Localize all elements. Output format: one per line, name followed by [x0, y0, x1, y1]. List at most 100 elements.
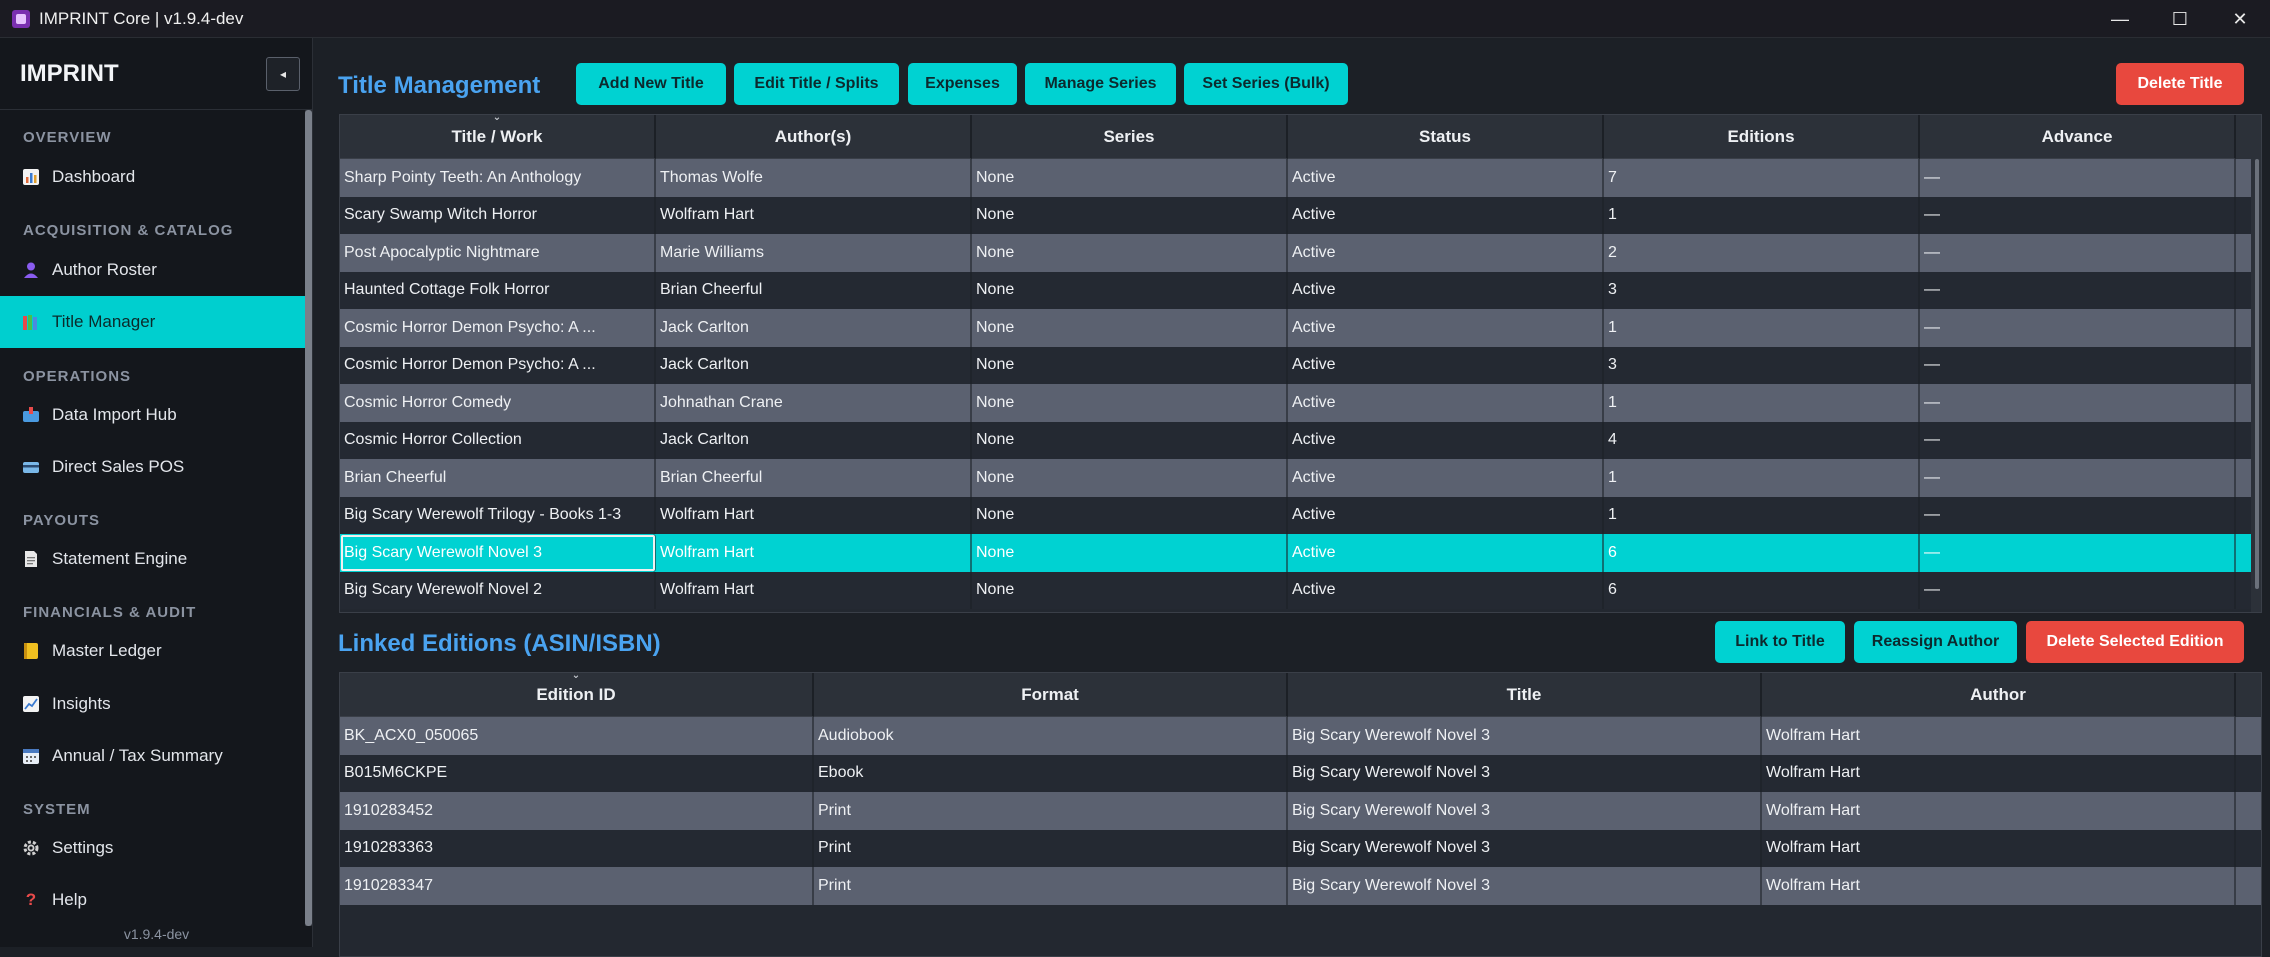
minimize-button[interactable]: —: [2090, 0, 2150, 38]
table-cell[interactable]: 1: [1604, 309, 1920, 347]
table-cell[interactable]: Post Apocalyptic Nightmare: [340, 234, 656, 272]
table-cell[interactable]: —: [1920, 571, 2236, 609]
table-cell[interactable]: —: [1920, 309, 2236, 347]
table-cell[interactable]: Marie Williams: [656, 234, 972, 272]
table-cell[interactable]: Wolfram Hart: [1762, 867, 2236, 905]
sidebar-item-statement-engine[interactable]: Statement Engine: [0, 533, 305, 585]
table-cell[interactable]: Cosmic Horror Comedy: [340, 384, 656, 422]
table-cell[interactable]: Print: [814, 829, 1288, 867]
table-cell[interactable]: Big Scary Werewolf Novel 3: [1288, 717, 1762, 755]
table-cell[interactable]: 3: [1604, 346, 1920, 384]
table-cell[interactable]: —: [1920, 534, 2236, 572]
table-row[interactable]: Brian Cheerful Brian Cheerful None Active 1—: [340, 459, 2261, 497]
close-button[interactable]: ✕: [2210, 0, 2270, 38]
table-cell[interactable]: Active: [1288, 346, 1604, 384]
column-header[interactable]: Format: [814, 673, 1288, 717]
sidebar-item-author-roster[interactable]: Author Roster: [0, 244, 305, 296]
table-cell[interactable]: None: [972, 496, 1288, 534]
add-new-title-button[interactable]: Add New Title: [576, 63, 726, 105]
table-row[interactable]: Big Scary Werewolf Trilogy - Books 1-3 Wo…: [340, 496, 2261, 534]
table-cell[interactable]: Active: [1288, 234, 1604, 272]
table-cell[interactable]: Brian Cheerful: [656, 271, 972, 309]
table-cell[interactable]: Wolfram Hart: [656, 496, 972, 534]
table-cell[interactable]: 3: [1604, 271, 1920, 309]
table-cell[interactable]: Active: [1288, 459, 1604, 497]
table-cell[interactable]: Cosmic Horror Demon Psycho: A ...: [340, 309, 656, 347]
manage-series-button[interactable]: Manage Series: [1025, 63, 1176, 105]
table-cell[interactable]: Active: [1288, 421, 1604, 459]
table-row[interactable]: Big Scary Werewolf Novel 3 Wolfram Hart No…: [340, 534, 2261, 572]
table-row[interactable]: Sharp Pointy Teeth: An Anthology Thomas W…: [340, 159, 2261, 197]
table-cell[interactable]: —: [1920, 496, 2236, 534]
table-cell[interactable]: None: [972, 159, 1288, 197]
link-to-title-button[interactable]: Link to Title: [1715, 621, 1845, 663]
column-header[interactable]: Edition ID ⌄: [340, 673, 814, 717]
table-row[interactable]: Cosmic Horror Demon Psycho: A ... Jack Ca…: [340, 346, 2261, 384]
table-cell[interactable]: 1: [1604, 459, 1920, 497]
table-cell[interactable]: Big Scary Werewolf Novel 3: [1288, 754, 1762, 792]
table-row[interactable]: BK_ACX0_050065 Audiobook Big Scary Werewol…: [340, 717, 2261, 755]
table-cell[interactable]: 6: [1604, 534, 1920, 572]
table-cell[interactable]: Active: [1288, 534, 1604, 572]
table-cell[interactable]: Wolfram Hart: [1762, 717, 2236, 755]
table-row[interactable]: 1910283363 Print Big Scary Werewolf Novel …: [340, 829, 2261, 867]
sidebar-item-title-manager[interactable]: Title Manager: [0, 296, 305, 348]
set-series-bulk-button[interactable]: Set Series (Bulk): [1184, 63, 1348, 105]
title-table-scrollbar-thumb[interactable]: [2255, 159, 2259, 589]
table-cell[interactable]: None: [972, 571, 1288, 609]
table-cell[interactable]: Brian Cheerful: [656, 459, 972, 497]
table-row[interactable]: Cosmic Horror Demon Psycho: A ... Jack Ca…: [340, 309, 2261, 347]
table-cell[interactable]: Big Scary Werewolf Novel 3: [1288, 792, 1762, 830]
table-cell[interactable]: 6: [1604, 571, 1920, 609]
table-row[interactable]: Cosmic Horror Collection Jack Carlton None…: [340, 421, 2261, 459]
table-cell[interactable]: Big Scary Werewolf Novel 3: [1288, 867, 1762, 905]
table-row[interactable]: 1910283347 Print Big Scary Werewolf Novel …: [340, 867, 2261, 905]
column-header[interactable]: Advance: [1920, 115, 2236, 159]
expenses-button[interactable]: Expenses: [908, 63, 1017, 105]
table-cell[interactable]: BK_ACX0_050065: [340, 717, 814, 755]
table-row[interactable]: 1910283452 Print Big Scary Werewolf Novel …: [340, 792, 2261, 830]
table-cell[interactable]: B015M6CKPE: [340, 754, 814, 792]
sidebar-item-settings[interactable]: Settings: [0, 822, 305, 874]
table-cell[interactable]: Print: [814, 792, 1288, 830]
table-row[interactable]: Haunted Cottage Folk Horror Brian Cheerfu…: [340, 271, 2261, 309]
table-cell[interactable]: None: [972, 421, 1288, 459]
table-cell[interactable]: Active: [1288, 309, 1604, 347]
table-row[interactable]: Big Scary Werewolf Novel 2 Wolfram Hart No…: [340, 571, 2261, 609]
table-row[interactable]: Scary Swamp Witch Horror Wolfram Hart None…: [340, 196, 2261, 234]
table-cell[interactable]: —: [1920, 459, 2236, 497]
table-cell[interactable]: None: [972, 196, 1288, 234]
table-cell[interactable]: Active: [1288, 159, 1604, 197]
sidebar-item-direct-sales-pos[interactable]: Direct Sales POS: [0, 441, 305, 493]
table-cell[interactable]: Big Scary Werewolf Trilogy - Books 1-3: [340, 496, 656, 534]
table-cell[interactable]: Active: [1288, 571, 1604, 609]
table-cell[interactable]: None: [972, 384, 1288, 422]
table-cell[interactable]: 1: [1604, 496, 1920, 534]
editions-table[interactable]: Edition ID ⌄ Format Title Author BK_ACX0_050…: [339, 672, 2262, 957]
table-cell[interactable]: 2: [1604, 234, 1920, 272]
sidebar-scrollbar-thumb[interactable]: [305, 110, 312, 926]
table-cell[interactable]: Big Scary Werewolf Novel 3: [1288, 829, 1762, 867]
column-header[interactable]: Status: [1288, 115, 1604, 159]
table-cell[interactable]: Scary Swamp Witch Horror: [340, 196, 656, 234]
table-cell[interactable]: 4: [1604, 421, 1920, 459]
table-cell[interactable]: Big Scary Werewolf Novel 3: [340, 534, 656, 572]
reassign-author-button[interactable]: Reassign Author: [1854, 621, 2017, 663]
table-cell[interactable]: Ebook: [814, 754, 1288, 792]
column-header[interactable]: Editions: [1604, 115, 1920, 159]
table-row[interactable]: B015M6CKPE Ebook Big Scary Werewolf Novel …: [340, 754, 2261, 792]
table-cell[interactable]: —: [1920, 346, 2236, 384]
title-table-scrollbar[interactable]: [2251, 115, 2261, 612]
table-cell[interactable]: Active: [1288, 196, 1604, 234]
table-cell[interactable]: Print: [814, 867, 1288, 905]
table-cell[interactable]: Active: [1288, 271, 1604, 309]
table-cell[interactable]: Cosmic Horror Collection: [340, 421, 656, 459]
sidebar-item-insights[interactable]: Insights: [0, 678, 305, 730]
edit-title-splits-button[interactable]: Edit Title / Splits: [734, 63, 899, 105]
table-cell[interactable]: None: [972, 271, 1288, 309]
table-cell[interactable]: Active: [1288, 384, 1604, 422]
table-cell[interactable]: Sharp Pointy Teeth: An Anthology: [340, 159, 656, 197]
sidebar-item-annual-tax-summary[interactable]: Annual / Tax Summary: [0, 730, 305, 782]
table-cell[interactable]: —: [1920, 159, 2236, 197]
column-header[interactable]: Author: [1762, 673, 2236, 717]
